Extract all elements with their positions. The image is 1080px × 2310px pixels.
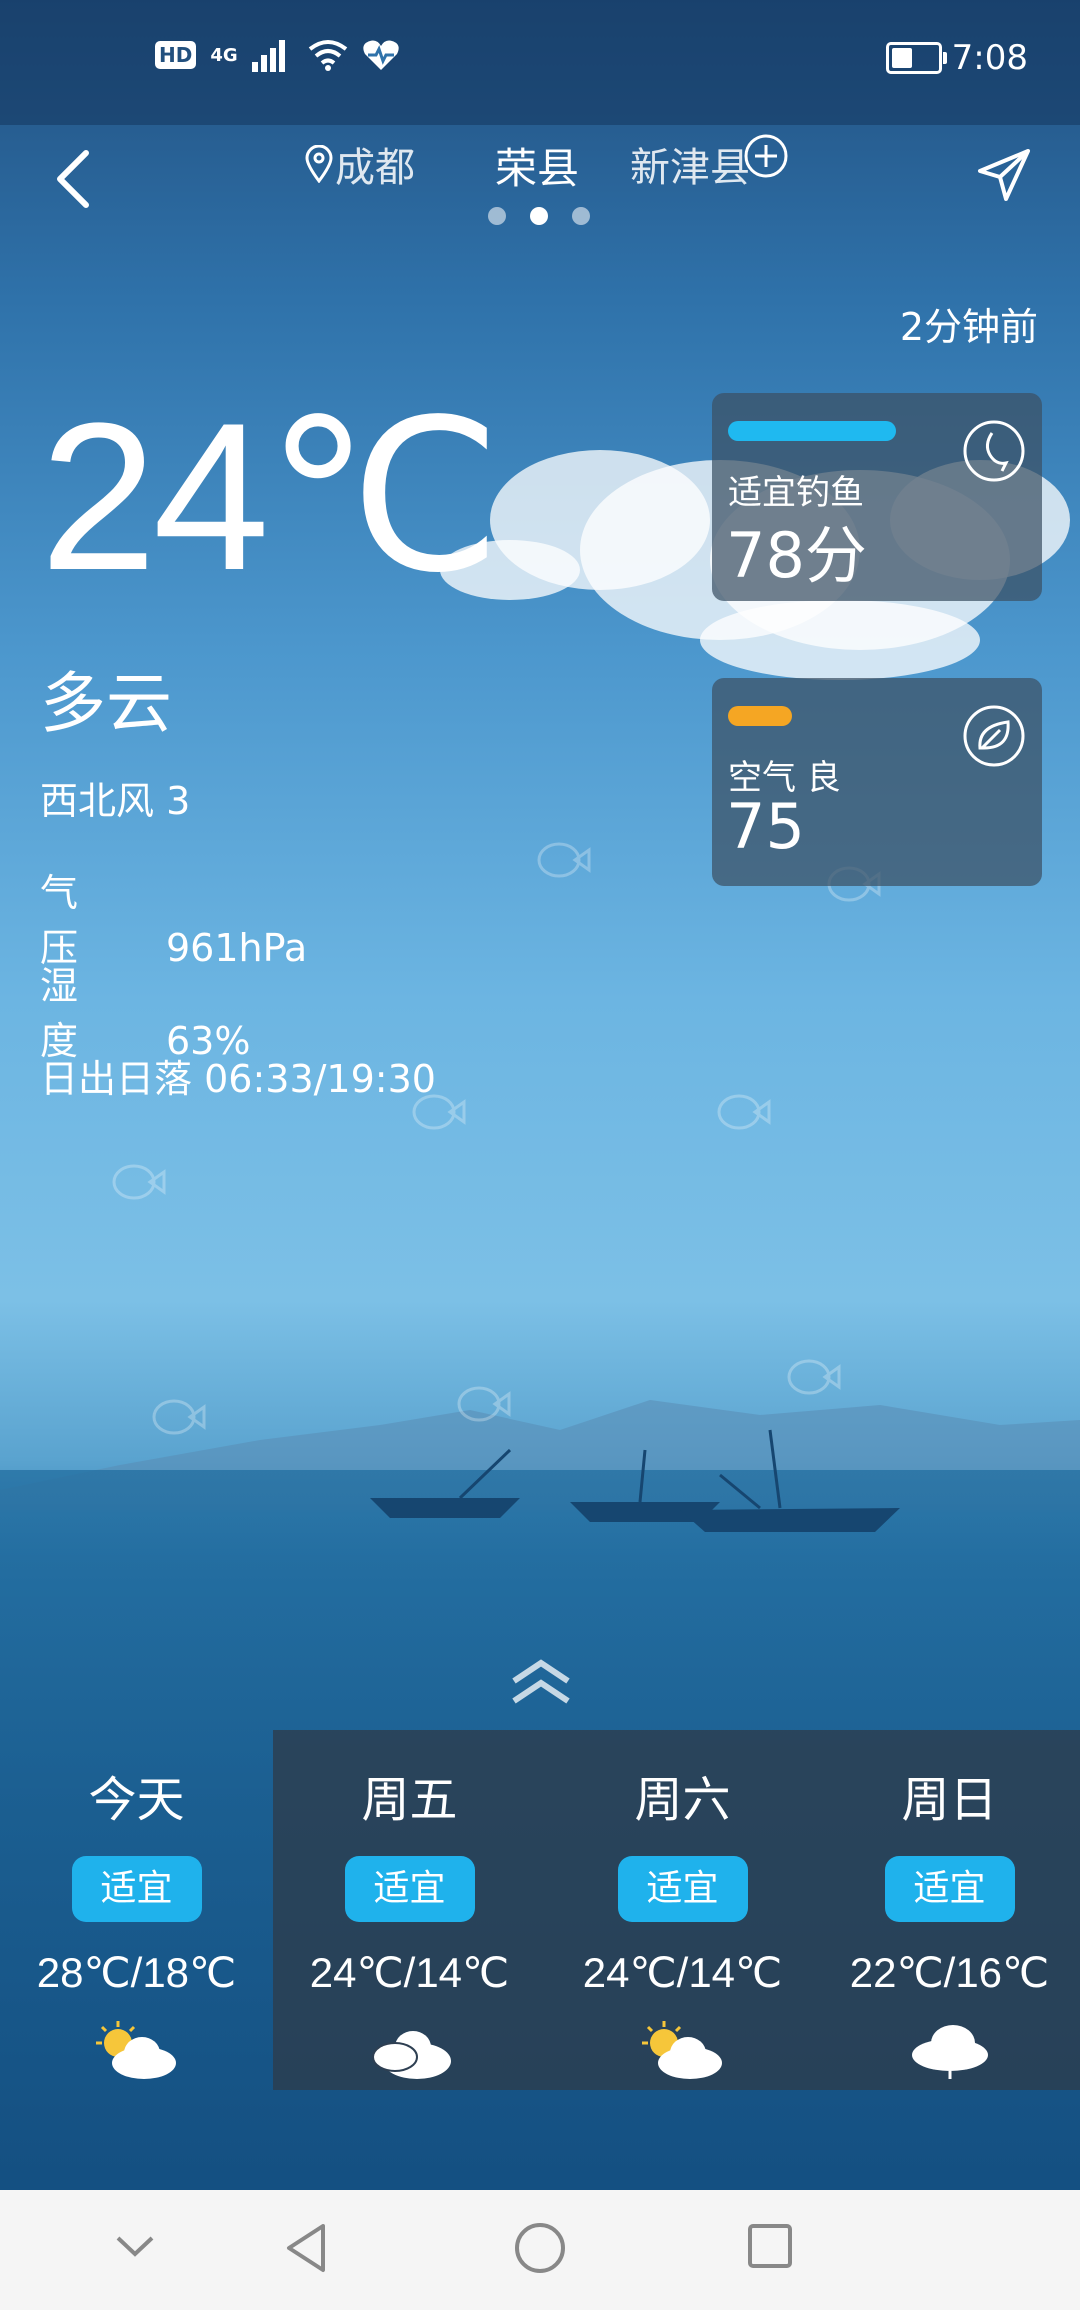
page-indicator — [488, 207, 590, 225]
forecast-day-label: 周五 — [361, 1772, 458, 1828]
air-quality-card[interactable]: 空气 良 75 — [712, 678, 1042, 886]
forecast-day-sun[interactable]: 周日 适宜 22℃/16℃ — [819, 1730, 1080, 2090]
forecast-day-sat[interactable]: 周六 适宜 24℃/14℃ — [546, 1730, 819, 2090]
weather-condition: 多云 — [40, 665, 172, 742]
sun-label: 日出日落 — [40, 1057, 193, 1101]
page-dot — [488, 207, 506, 225]
boats-illustration — [370, 1429, 900, 1532]
watermark-fish-icon — [457, 1386, 511, 1422]
sunrise-sunset-row: 日出日落 06:33/19:30 — [40, 1048, 436, 1103]
page-dot-active — [530, 207, 548, 225]
battery-icon — [885, 42, 947, 74]
sun-value: 06:33/19:30 — [204, 1057, 436, 1101]
current-temperature: 24℃ — [40, 379, 501, 614]
updated-time: 2分钟前 — [899, 305, 1038, 349]
nav-home-icon[interactable] — [514, 2222, 566, 2274]
watermark-fish-icon — [537, 842, 591, 878]
add-city-icon[interactable] — [743, 133, 789, 179]
temperature-range: 24℃/14℃ — [582, 1949, 783, 1996]
fishing-index-bar — [728, 421, 896, 441]
fishing-suitability-badge: 适宜 — [617, 1856, 748, 1922]
city-tab-chengdu[interactable]: 成都 — [305, 135, 415, 193]
sunny-cloud-icon — [95, 2021, 176, 2079]
share-send-icon[interactable] — [976, 147, 1032, 203]
expand-up-arrow-icon[interactable] — [510, 1655, 572, 1715]
forecast-day-label: 今天 — [88, 1772, 185, 1828]
location-pin-icon — [305, 145, 333, 183]
wind-info: 西北风 3 — [40, 779, 191, 823]
fishing-suitability-badge: 适宜 — [71, 1856, 202, 1922]
fishing-hook-icon — [963, 420, 1025, 482]
back-arrow-icon[interactable] — [52, 147, 96, 211]
forecast-day-label: 周六 — [634, 1772, 731, 1828]
watermark-fish-icon — [787, 1359, 841, 1395]
fishing-index-card[interactable]: 适宜钓鱼 78分 — [712, 393, 1042, 601]
leaf-icon — [963, 705, 1025, 767]
hd-badge: HD — [155, 41, 197, 69]
clock: 7:08 — [951, 38, 1028, 78]
temperature-range: 28℃/18℃ — [36, 1949, 237, 1996]
forecast-day-today[interactable]: 今天 适宜 28℃/18℃ — [0, 1730, 273, 2090]
cloudy-icon — [371, 2031, 451, 2079]
health-heart-icon — [362, 40, 399, 70]
system-navigation-bar — [0, 2190, 1080, 2310]
temperature-range: 22℃/16℃ — [849, 1949, 1050, 1996]
watermark-fish-icon — [112, 1164, 166, 1200]
nav-recents-icon[interactable] — [746, 2222, 794, 2270]
fishing-index-value: 78分 — [726, 519, 867, 592]
hide-keyboard-chevron-icon[interactable] — [112, 2222, 158, 2268]
forecast-strip: 今天 适宜 28℃/18℃ 周五 适宜 24℃/14℃ 周六 适宜 24℃/14… — [0, 1730, 1080, 2090]
page-dot — [572, 207, 590, 225]
city-label: 成都 — [335, 145, 415, 191]
air-quality-bar — [728, 706, 792, 726]
fishing-suitability-badge: 适宜 — [884, 1856, 1015, 1922]
city-tab-xinjin[interactable]: 新津县 — [630, 135, 750, 193]
status-bar: HD 4G 7:08 — [0, 0, 1080, 125]
fishing-suitability-badge: 适宜 — [344, 1856, 475, 1922]
watermark-fish-icon — [717, 1094, 771, 1130]
nav-back-icon[interactable] — [283, 2222, 329, 2274]
sunny-cloud-icon — [641, 2021, 722, 2079]
temperature-range: 24℃/14℃ — [309, 1949, 510, 1996]
wifi-icon — [308, 40, 347, 71]
watermark-fish-icon — [152, 1399, 206, 1435]
network-label: 4G — [210, 44, 238, 66]
signal-icon — [251, 38, 294, 72]
city-tab-rongxian[interactable]: 荣县 — [495, 135, 579, 196]
forecast-day-label: 周日 — [901, 1772, 998, 1828]
city-nav: 成都 荣县 新津县 — [0, 125, 1080, 245]
rain-cloud-icon — [911, 2025, 988, 2079]
forecast-day-fri[interactable]: 周五 适宜 24℃/14℃ — [273, 1730, 546, 2090]
air-quality-value: 75 — [726, 790, 805, 863]
